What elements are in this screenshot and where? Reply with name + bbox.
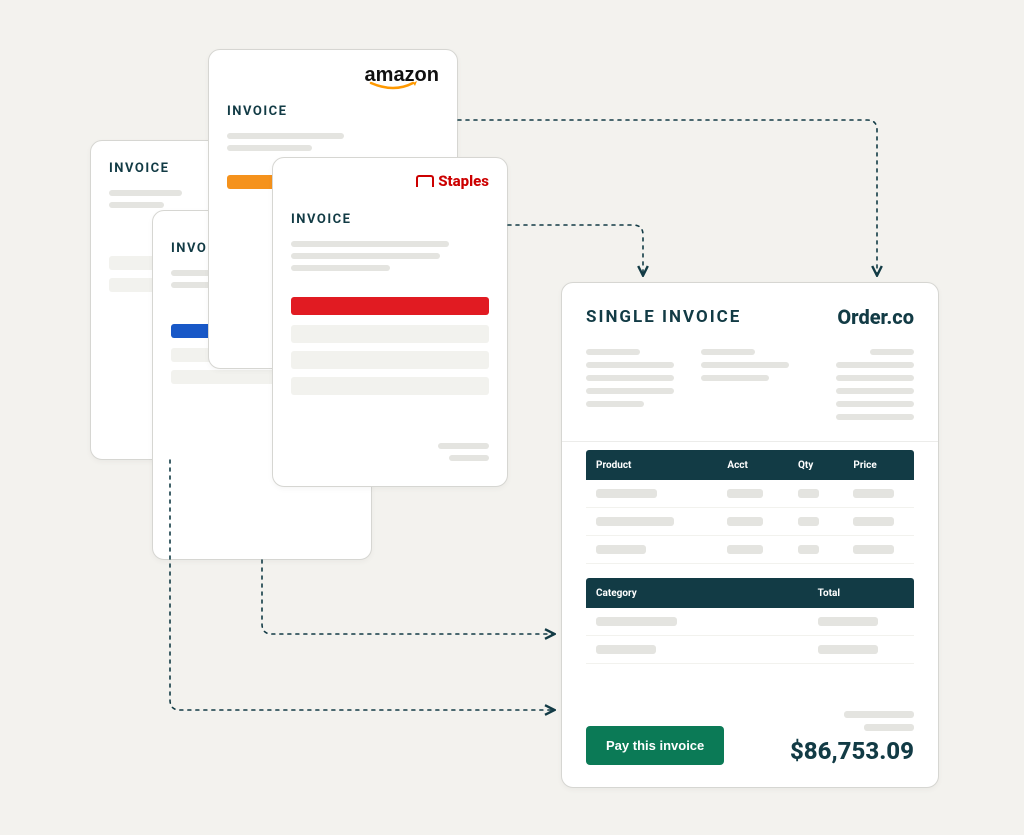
total-amount: $86,753.09 bbox=[790, 737, 914, 765]
invoice-title: INVOICE bbox=[291, 212, 507, 227]
amazon-smile-icon bbox=[369, 81, 419, 91]
invoice-total: $86,753.09 bbox=[790, 711, 914, 765]
table-row bbox=[586, 508, 914, 536]
single-invoice-card: SINGLE INVOICE Order.co Product A bbox=[561, 282, 939, 788]
orderco-brand: Order.co bbox=[837, 305, 914, 329]
table-row bbox=[586, 480, 914, 508]
invoice-card-staples: Staples INVOICE bbox=[272, 157, 508, 487]
col-header-qty: Qty bbox=[788, 460, 843, 471]
col-header-product: Product bbox=[586, 460, 717, 471]
table-row bbox=[586, 636, 914, 664]
invoice-title: INVOICE bbox=[227, 104, 457, 119]
category-table: Category Total bbox=[586, 578, 914, 664]
pay-invoice-button[interactable]: Pay this invoice bbox=[586, 726, 724, 765]
col-header-total: Total bbox=[808, 588, 914, 599]
accent-bar bbox=[291, 297, 489, 315]
col-header-acct: Acct bbox=[717, 460, 788, 471]
amazon-logo: amazon bbox=[365, 64, 439, 87]
meta-columns bbox=[562, 343, 938, 437]
single-invoice-title: SINGLE INVOICE bbox=[586, 307, 741, 327]
staples-logo: Staples bbox=[416, 172, 489, 190]
table-row bbox=[586, 608, 914, 636]
col-header-category: Category bbox=[586, 588, 808, 599]
table-row bbox=[586, 536, 914, 564]
col-header-price: Price bbox=[843, 460, 914, 471]
line-items-table: Product Acct Qty Price bbox=[586, 450, 914, 564]
staple-icon bbox=[416, 175, 434, 187]
